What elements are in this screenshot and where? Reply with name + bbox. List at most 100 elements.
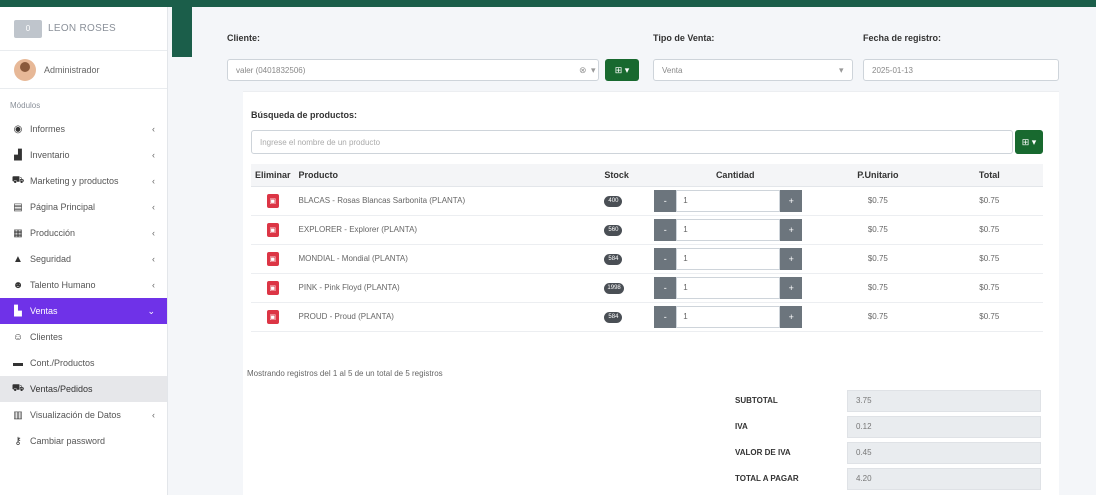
page-icon: ▤ xyxy=(13,201,23,213)
chevron-left-icon: ‹ xyxy=(152,176,155,186)
quantity-stepper: - 1 + xyxy=(654,218,816,241)
unit-price: $0.75 xyxy=(820,186,936,216)
decrement-button[interactable]: - xyxy=(654,247,677,270)
increment-button[interactable]: + xyxy=(780,247,803,270)
sidebar-item-label: Informes xyxy=(30,124,66,134)
store-icon: ▙ xyxy=(14,305,22,317)
sidebar-item-seguridad[interactable]: ▲ Seguridad ‹ xyxy=(0,246,167,272)
users-icon: ☻ xyxy=(12,279,24,291)
table-row: ▣ BLACAS - Rosas Blancas Sarbonita (PLAN… xyxy=(251,186,1043,216)
chevron-left-icon: ‹ xyxy=(152,254,155,264)
delete-icon[interactable]: ▣ xyxy=(266,309,279,324)
sale-type-select[interactable]: Venta xyxy=(653,59,853,81)
sidebar-item-informes[interactable]: ◉ Informes ‹ xyxy=(0,116,167,142)
sidebar-item-label: Página Principal xyxy=(30,202,96,212)
delete-icon[interactable]: ▣ xyxy=(266,280,279,295)
sidebar-item-produccion[interactable]: ▦ Producción ‹ xyxy=(0,220,167,246)
chevron-left-icon: ‹ xyxy=(152,410,155,420)
col-eliminar: Eliminar xyxy=(251,164,295,187)
increment-button[interactable]: + xyxy=(780,189,803,212)
col-punitario: P.Unitario xyxy=(820,164,936,187)
total-value: 4.20 xyxy=(847,467,1041,490)
search-placeholder: Ingrese el nombre de un producto xyxy=(260,137,381,147)
table-header-row: Eliminar Producto Stock Cantidad P.Unita… xyxy=(251,164,1043,187)
increment-button[interactable]: + xyxy=(780,305,803,328)
table-row: ▣ PINK - Pink Floyd (PLANTA) 1998 - 1 + … xyxy=(251,273,1043,303)
sidebar-item-label: Ventas xyxy=(30,306,58,316)
decrement-button[interactable]: - xyxy=(654,276,677,299)
chevron-left-icon: ‹ xyxy=(152,228,155,238)
decrement-button[interactable]: - xyxy=(654,189,677,212)
sidebar-item-label: Visualización de Datos xyxy=(30,410,121,420)
totals-panel: SUBTOTAL 3.75 IVA 0.12 VALOR DE IVA 0.45… xyxy=(731,388,1045,492)
quantity-input[interactable]: 1 xyxy=(676,189,781,212)
search-options-button[interactable]: ⊞ ▾ xyxy=(1015,130,1043,154)
table-row: ▣ PROUD - Proud (PLANTA) 584 - 1 + $0.75… xyxy=(251,302,1043,332)
sidebar-item-marketing[interactable]: ⛟ Marketing y productos ‹ xyxy=(0,168,167,194)
increment-button[interactable]: + xyxy=(780,218,803,241)
user-panel[interactable]: Administrador xyxy=(0,51,167,89)
sidebar: 0 LEON ROSES Administrador Módulos ◉ Inf… xyxy=(0,7,168,495)
iva-amount-row: VALOR DE IVA 0.45 xyxy=(731,440,1045,465)
product-name: PINK - Pink Floyd (PLANTA) xyxy=(294,273,601,303)
client-options-button[interactable]: ⊞ ▾ xyxy=(605,59,639,81)
user-plus-icon: ☺ xyxy=(12,331,24,343)
stock-badge: 584 xyxy=(604,253,623,265)
sidebar-item-ventas[interactable]: ▙ Ventas ⌄ xyxy=(0,298,167,324)
chevron-down-icon[interactable]: ▾ xyxy=(591,65,596,76)
sidebar-item-pagina-principal[interactable]: ▤ Página Principal ‹ xyxy=(0,194,167,220)
brand[interactable]: 0 LEON ROSES xyxy=(0,7,167,51)
quantity-input[interactable]: 1 xyxy=(676,276,781,299)
client-value: valer (0401832506) xyxy=(236,65,306,75)
client-select[interactable]: valer (0401832506) xyxy=(227,59,599,81)
decrement-button[interactable]: - xyxy=(654,218,677,241)
sidebar-item-visualizacion[interactable]: ▥ Visualización de Datos ‹ xyxy=(0,402,167,428)
delete-icon[interactable]: ▣ xyxy=(266,193,279,208)
row-total: $0.75 xyxy=(935,186,1043,216)
unit-price: $0.75 xyxy=(820,215,936,245)
stock-badge: 1998 xyxy=(604,282,624,294)
subtotal-label: SUBTOTAL xyxy=(735,396,778,405)
products-table: Eliminar Producto Stock Cantidad P.Unita… xyxy=(251,164,1043,332)
decrement-button[interactable]: - xyxy=(654,305,677,328)
delete-icon[interactable]: ▣ xyxy=(266,222,279,237)
delete-icon[interactable]: ▣ xyxy=(266,251,279,266)
sale-type-value: Venta xyxy=(662,65,683,75)
sidebar-item-label: Inventario xyxy=(30,150,70,160)
sidebar-item-label: Producción xyxy=(30,228,76,238)
quantity-input[interactable]: 1 xyxy=(676,218,781,241)
sidebar-subitem-clientes[interactable]: ☺ Clientes xyxy=(0,324,167,350)
brand-logo: 0 xyxy=(14,19,42,38)
sidebar-subitem-cont-productos[interactable]: ▬ Cont./Productos xyxy=(0,350,167,376)
sidebar-nav: ◉ Informes ‹ ▟ Inventario ‹ ⛟ Marketing … xyxy=(0,116,167,454)
date-field[interactable]: 2025-01-13 xyxy=(863,59,1059,81)
client-label: Cliente: xyxy=(227,33,261,43)
stock-badge: 584 xyxy=(604,311,623,323)
sidebar-toggle-strip[interactable] xyxy=(172,7,192,57)
chevron-down-icon[interactable]: ▾ xyxy=(839,65,844,76)
sidebar-item-cambiar-password[interactable]: ⚷ Cambiar password xyxy=(0,428,167,454)
cart-icon: ⛟ xyxy=(11,174,25,186)
clear-icon[interactable]: ⊗ xyxy=(579,65,587,76)
sidebar-subitem-ventas-pedidos[interactable]: ⛟ Ventas/Pedidos xyxy=(0,376,167,402)
chevron-left-icon: ‹ xyxy=(152,150,155,160)
quantity-input[interactable]: 1 xyxy=(676,247,781,270)
quantity-input[interactable]: 1 xyxy=(676,305,781,328)
section-label: Módulos xyxy=(10,101,41,110)
subtotal-value: 3.75 xyxy=(847,389,1041,412)
product-search-input[interactable]: Ingrese el nombre de un producto xyxy=(251,130,1013,154)
records-info: Mostrando registros del 1 al 5 de un tot… xyxy=(247,369,443,378)
search-label: Búsqueda de productos: xyxy=(251,110,358,120)
stock-badge: 560 xyxy=(604,224,623,236)
sidebar-item-talento-humano[interactable]: ☻ Talento Humano ‹ xyxy=(0,272,167,298)
chevron-left-icon: ‹ xyxy=(152,124,155,134)
sidebar-item-inventario[interactable]: ▟ Inventario ‹ xyxy=(0,142,167,168)
sidebar-item-label: Ventas/Pedidos xyxy=(30,384,93,394)
top-bar xyxy=(0,0,1096,7)
date-label: Fecha de registro: xyxy=(863,33,942,43)
cart-icon: ⛟ xyxy=(11,382,25,394)
increment-button[interactable]: + xyxy=(780,276,803,299)
total-label: TOTAL A PAGAR xyxy=(735,474,799,483)
unit-price: $0.75 xyxy=(820,302,936,332)
col-stock: Stock xyxy=(600,164,651,187)
